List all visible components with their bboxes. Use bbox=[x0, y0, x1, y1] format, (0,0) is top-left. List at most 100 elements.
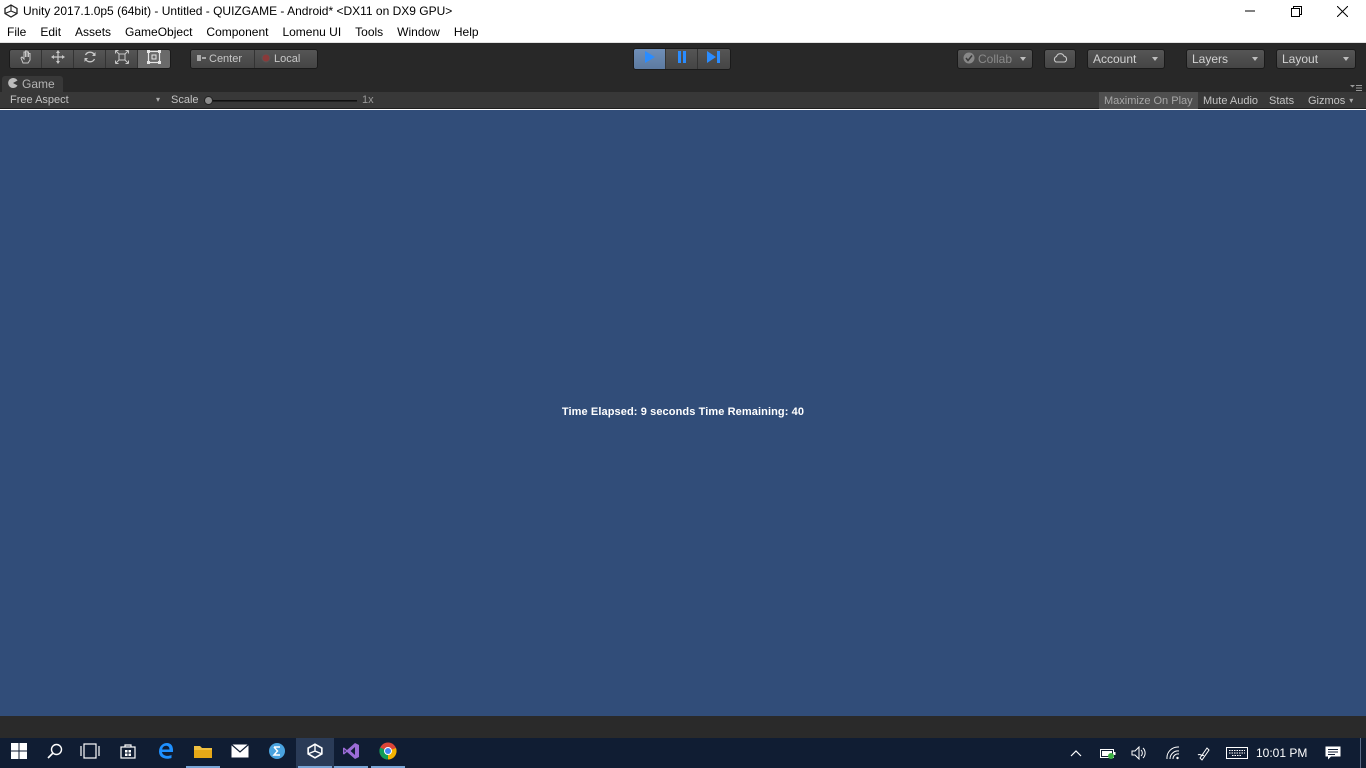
play-button[interactable] bbox=[634, 49, 666, 69]
pivot-local-toggle[interactable]: Local bbox=[255, 50, 317, 68]
aspect-dropdown[interactable]: Free Aspect bbox=[10, 94, 69, 106]
wifi-icon[interactable] bbox=[1165, 745, 1181, 761]
start-button[interactable] bbox=[0, 738, 38, 768]
layout-dropdown[interactable]: Layout bbox=[1276, 49, 1356, 69]
menu-edit[interactable]: Edit bbox=[33, 22, 68, 42]
center-pivot-icon bbox=[197, 53, 206, 65]
unity-taskbar-button[interactable] bbox=[296, 738, 334, 768]
updown-arrow-icon: ▾ bbox=[156, 95, 161, 104]
hand-icon bbox=[19, 50, 33, 68]
edge-browser-button[interactable] bbox=[147, 738, 185, 768]
game-tab-bar: Game bbox=[0, 75, 1366, 92]
scale-value: 1x bbox=[362, 94, 374, 106]
status-bar bbox=[0, 716, 1366, 738]
game-viewport[interactable]: Time Elapsed: 9 seconds Time Remaining: … bbox=[0, 110, 1366, 716]
chevron-down-icon: ▾ bbox=[1349, 96, 1354, 105]
tab-game-label: Game bbox=[22, 77, 55, 91]
playmode-controls bbox=[633, 48, 731, 70]
chrome-icon bbox=[379, 742, 397, 765]
windows-taskbar: 10:01 PM bbox=[0, 738, 1366, 768]
pivot-center-toggle[interactable]: Center bbox=[191, 50, 255, 68]
layers-dropdown[interactable]: Layers bbox=[1186, 49, 1265, 69]
file-explorer-button[interactable] bbox=[184, 738, 222, 768]
rotate-tool-button[interactable] bbox=[74, 50, 106, 68]
rect-tool-button[interactable] bbox=[138, 50, 170, 68]
minimize-button[interactable] bbox=[1227, 0, 1273, 22]
maximize-on-play-toggle[interactable]: Maximize On Play bbox=[1099, 92, 1198, 109]
hand-tool-button[interactable] bbox=[10, 50, 42, 68]
battery-icon[interactable] bbox=[1100, 745, 1116, 761]
unity-icon bbox=[307, 742, 323, 764]
folder-icon bbox=[194, 744, 212, 763]
menu-tools[interactable]: Tools bbox=[348, 22, 390, 42]
keyboard-icon[interactable] bbox=[1226, 745, 1248, 761]
collab-dropdown[interactable]: Collab bbox=[957, 49, 1033, 69]
window-title: Unity 2017.1.0p5 (64bit) - Untitled - QU… bbox=[23, 4, 453, 18]
layout-label: Layout bbox=[1282, 52, 1319, 66]
chevron-up-icon[interactable] bbox=[1068, 745, 1084, 761]
taskbar-clock[interactable]: 10:01 PM bbox=[1256, 746, 1307, 760]
store-button[interactable] bbox=[109, 738, 147, 768]
task-view-button[interactable] bbox=[71, 738, 109, 768]
tab-game[interactable]: Game bbox=[2, 76, 63, 92]
menu-component[interactable]: Component bbox=[199, 22, 275, 42]
pause-button[interactable] bbox=[666, 49, 698, 69]
pause-icon bbox=[676, 50, 688, 68]
search-button[interactable] bbox=[36, 738, 74, 768]
sigma-app-button[interactable] bbox=[258, 738, 296, 768]
pen-ink-icon[interactable] bbox=[1197, 745, 1213, 761]
menu-window[interactable]: Window bbox=[390, 22, 447, 42]
gizmos-dropdown[interactable]: Gizmos ▾ bbox=[1303, 92, 1358, 109]
menu-assets[interactable]: Assets bbox=[68, 22, 118, 42]
collab-check-icon bbox=[963, 52, 975, 67]
windows-logo-icon bbox=[11, 742, 27, 764]
store-bag-icon bbox=[120, 743, 136, 764]
scale-slider-thumb[interactable] bbox=[204, 96, 213, 105]
task-view-icon bbox=[80, 742, 100, 764]
game-view-controls: Free Aspect ▾ Scale 1x Maximize On Play … bbox=[0, 92, 1366, 109]
mute-audio-toggle[interactable]: Mute Audio bbox=[1198, 92, 1263, 109]
notification-center-icon[interactable] bbox=[1325, 745, 1341, 761]
step-button[interactable] bbox=[698, 49, 730, 69]
sigma-app-icon bbox=[268, 742, 286, 765]
step-icon bbox=[707, 50, 721, 68]
scale-slider[interactable] bbox=[204, 100, 357, 102]
timer-text: Time Elapsed: 9 seconds Time Remaining: … bbox=[561, 406, 805, 418]
close-button[interactable] bbox=[1319, 0, 1365, 22]
unity-toolbar: Center Local Collab Account Layers Layou… bbox=[0, 43, 1366, 75]
search-icon bbox=[47, 743, 63, 764]
visual-studio-button[interactable] bbox=[332, 738, 370, 768]
menu-help[interactable]: Help bbox=[447, 22, 486, 42]
title-bar: Unity 2017.1.0p5 (64bit) - Untitled - QU… bbox=[0, 0, 1366, 22]
layers-label: Layers bbox=[1192, 52, 1229, 66]
menu-lomenu-ui[interactable]: Lomenu UI bbox=[275, 22, 348, 42]
show-desktop-button[interactable] bbox=[1360, 738, 1361, 768]
chrome-button[interactable] bbox=[369, 738, 407, 768]
play-icon bbox=[644, 50, 656, 68]
gizmos-label: Gizmos bbox=[1308, 94, 1346, 107]
restore-button[interactable] bbox=[1273, 0, 1319, 22]
mail-envelope-icon bbox=[231, 743, 249, 763]
scale-label: Scale bbox=[171, 94, 199, 106]
maximize-on-play-label: Maximize On Play bbox=[1104, 94, 1193, 107]
chevron-down-icon bbox=[1343, 57, 1349, 61]
scale-tool-button[interactable] bbox=[106, 50, 138, 68]
pivot-center-label: Center bbox=[209, 53, 243, 65]
rect-transform-icon bbox=[147, 50, 161, 68]
move-tool-button[interactable] bbox=[42, 50, 74, 68]
local-rotation-icon bbox=[261, 53, 271, 66]
menu-file[interactable]: File bbox=[0, 22, 33, 42]
volume-icon[interactable] bbox=[1131, 745, 1147, 761]
menu-bar: File Edit Assets GameObject Component Lo… bbox=[0, 22, 1366, 43]
cloud-services-button[interactable] bbox=[1044, 49, 1076, 69]
chevron-down-icon bbox=[1252, 57, 1258, 61]
pivot-toggles: Center Local bbox=[190, 49, 318, 69]
stats-toggle[interactable]: Stats bbox=[1264, 92, 1299, 109]
visual-studio-icon bbox=[342, 742, 360, 765]
rotate-icon bbox=[83, 50, 97, 68]
menu-gameobject[interactable]: GameObject bbox=[118, 22, 199, 42]
account-dropdown[interactable]: Account bbox=[1087, 49, 1165, 69]
pivot-local-label: Local bbox=[274, 53, 301, 65]
mail-button[interactable] bbox=[221, 738, 259, 768]
edge-icon bbox=[157, 742, 175, 765]
